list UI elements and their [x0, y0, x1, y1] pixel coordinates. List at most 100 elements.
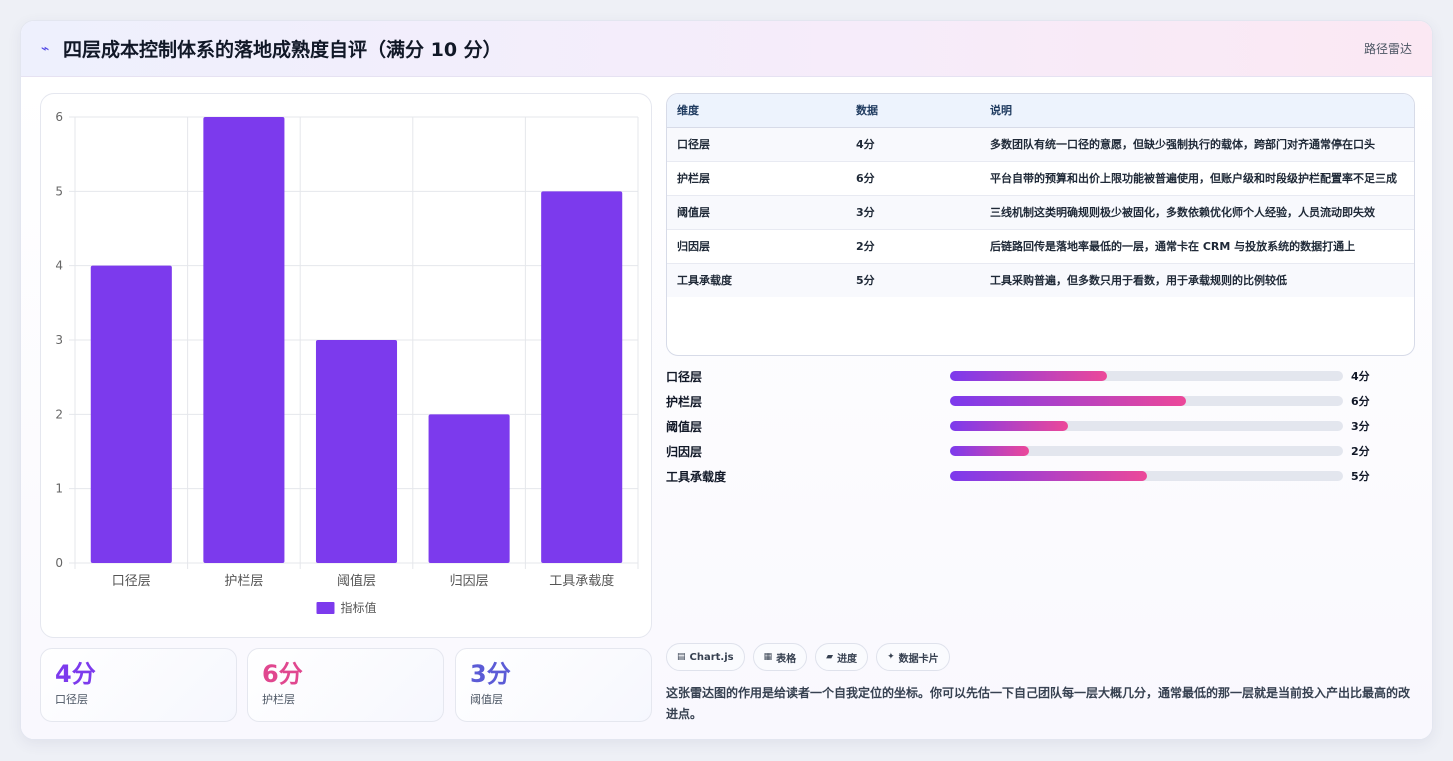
table-cell: 口径层: [667, 127, 846, 162]
progress-fill: [950, 471, 1147, 481]
progress-label: 工具承载度: [666, 470, 727, 484]
tag-label: 表格: [776, 653, 797, 665]
y-tick-label: 6: [55, 110, 63, 124]
progress-track: [950, 471, 1343, 481]
progress-value: 6分: [1351, 395, 1370, 408]
tag-label: 数据卡片: [898, 653, 939, 665]
main-card: ⌁ 四层成本控制体系的落地成熟度自评（满分 10 分） 路径雷达 0 1 2 3 4 5 6…: [20, 20, 1433, 740]
bar-口径层: [90, 265, 172, 563]
progress-label: 阈值层: [666, 420, 703, 434]
trend-icon: ⌁: [41, 40, 50, 57]
header: ⌁ 四层成本控制体系的落地成熟度自评（满分 10 分） 路径雷达: [21, 21, 1432, 77]
bar-阈值层: [315, 340, 398, 563]
progress-value: 2分: [1351, 445, 1370, 458]
x-tick-label: 阈值层: [337, 573, 376, 589]
table-cell: 工具承载度: [677, 273, 732, 287]
progress-track: [950, 371, 1343, 381]
tag-label: 进度: [837, 653, 858, 665]
table-cell: 4分: [846, 127, 980, 162]
table-header-cell: 维度: [667, 94, 846, 128]
tag-label: Chart.js: [689, 651, 734, 663]
progress-row: 口径层 4分: [666, 364, 1415, 389]
chart-icon: ▤: [677, 652, 686, 662]
x-tick-label: 工具承载度: [549, 573, 614, 589]
bar-归因层: [428, 414, 510, 563]
table-row: 归因层 2分 后链路回传是落地率最低的一层，通常卡在 CRM 与投放系统的数据打…: [667, 229, 1414, 264]
table-row: 阈值层 3分 三线机制这类明确规则极少被固化，多数依赖优化师个人经验，人员流动即…: [667, 195, 1414, 230]
progress-value: 5分: [1351, 470, 1370, 483]
table-cell: 后链路回传是落地率最低的一层，通常卡在 CRM 与投放系统的数据打通上: [980, 229, 1414, 264]
table-cell: 工具采购普遍，但多数只用于看数，用于承载规则的比例较低: [990, 273, 1287, 287]
progress-value: 4分: [1351, 370, 1370, 383]
data-table: 维度 数据 说明 口径层 4分 多数团队有统一口径的意愿，但缺少强制执行的载体，…: [667, 94, 1414, 297]
table-cell: 三线机制这类明确规则极少被固化，多数依赖优化师个人经验，人员流动即失效: [980, 195, 1414, 230]
progress-fill: [950, 396, 1186, 406]
progress-row: 工具承载度 5分: [666, 464, 1415, 489]
kpi-card-1: 6分 护栏层: [247, 648, 444, 722]
progress-track: [950, 396, 1343, 406]
progress-fill: [950, 371, 1108, 381]
header-left: ⌁ 四层成本控制体系的落地成熟度自评（满分 10 分）: [41, 35, 502, 62]
kpi-value: 3分: [470, 660, 511, 688]
description-note: 这张雷达图的作用是给读者一个自我定位的坐标。你可以先估一下自己团队每一层大概几分…: [666, 686, 1411, 721]
table-row: 口径层 4分 多数团队有统一口径的意愿，但缺少强制执行的载体，跨部门对齐通常停在…: [667, 127, 1414, 162]
sparkle-icon: ✦: [887, 652, 895, 662]
y-tick-label: 4: [55, 259, 63, 273]
page-title: 四层成本控制体系的落地成熟度自评（满分 10 分）: [63, 39, 502, 61]
table-row: 护栏层 6分 平台自带的预算和出价上限功能被普遍使用，但账户级和时段级护栏配置率…: [667, 161, 1414, 196]
progress-row: 阈值层 3分: [666, 414, 1415, 439]
kpi-label: 阈值层: [470, 693, 503, 706]
progress-row: 归因层 2分: [666, 439, 1415, 464]
data-table-panel: 维度 数据 说明 口径层 4分 多数团队有统一口径的意愿，但缺少强制执行的载体，…: [666, 93, 1415, 356]
tag-table[interactable]: ▦ 表格: [752, 643, 808, 671]
x-tick-label: 归因层: [450, 574, 489, 589]
progress-row: 护栏层 6分: [666, 389, 1415, 414]
table-cell: 归因层: [667, 229, 846, 264]
kpi-value: 4分: [55, 660, 96, 688]
y-tick-label: 5: [55, 184, 63, 198]
bar-chart: 0 1 2 3 4 5 6 口径层 护栏层 阈值层 归因层 工具承载度指标值: [55, 110, 639, 615]
progress-fill: [950, 446, 1029, 456]
table-header-cell: 说明: [980, 94, 1414, 128]
kpi-label: 口径层: [55, 693, 88, 706]
table-cell: 阈值层: [667, 195, 846, 230]
progress-fill: [950, 421, 1068, 431]
tag-progress[interactable]: ▰ 进度: [815, 643, 869, 671]
bar-工具承载度: [541, 191, 623, 563]
table-row: 工具承载度 5分 工具采购普遍，但多数只用于看数，用于承载规则的比例较低: [667, 263, 1414, 297]
table-cell: 3分: [846, 195, 980, 230]
progress-label: 口径层: [666, 370, 703, 384]
bar-chart-panel: 0 1 2 3 4 5 6 口径层 护栏层 阈值层 归因层 工具承载度指标值: [40, 93, 652, 638]
table-header-row: 维度 数据 说明: [667, 94, 1414, 128]
progress-icon: ▰: [826, 652, 834, 662]
table-cell: 多数团队有统一口径的意愿，但缺少强制执行的载体，跨部门对齐通常停在口头: [980, 127, 1414, 162]
header-right-label[interactable]: 路径雷达: [1364, 40, 1412, 57]
table-header-cell: 数据: [846, 94, 980, 128]
y-tick-label: 0: [55, 556, 63, 570]
tag-data-card[interactable]: ✦ 数据卡片: [876, 643, 950, 671]
tag-chartjs[interactable]: ▤ Chart.js: [666, 643, 745, 671]
legend-swatch: [316, 602, 335, 614]
table-cell: 护栏层: [667, 161, 846, 196]
progress-value: 3分: [1351, 420, 1370, 433]
tag-list: ▤ Chart.js ▦ 表格 ▰ 进度 ✦ 数据卡片: [666, 643, 950, 671]
y-tick-label: 1: [55, 482, 63, 496]
x-tick-label: 护栏层: [224, 574, 263, 589]
x-tick-label: 口径层: [112, 574, 151, 589]
progress-list: 口径层 4分 护栏层 6分 阈值层 3分 归因层 2分 工具承载度 5分: [666, 364, 1415, 489]
y-tick-label: 3: [55, 333, 63, 347]
legend-label: 指标值: [341, 600, 377, 615]
y-tick-label: 2: [55, 407, 63, 421]
kpi-label: 护栏层: [262, 693, 295, 706]
progress-label: 护栏层: [666, 395, 703, 409]
progress-track: [950, 421, 1343, 431]
kpi-card-2: 3分 阈值层: [455, 648, 652, 722]
table-icon: ▦: [763, 652, 773, 662]
bar-护栏层: [203, 117, 285, 563]
table-cell: 5分: [856, 273, 875, 287]
table-cell: 平台自带的预算和出价上限功能被普遍使用，但账户级和时段级护栏配置率不足三成: [980, 161, 1414, 196]
kpi-value: 6分: [262, 660, 303, 688]
kpi-card-0: 4分 口径层: [40, 648, 237, 722]
table-cell: 6分: [846, 161, 980, 196]
table-cell: 2分: [846, 229, 980, 264]
